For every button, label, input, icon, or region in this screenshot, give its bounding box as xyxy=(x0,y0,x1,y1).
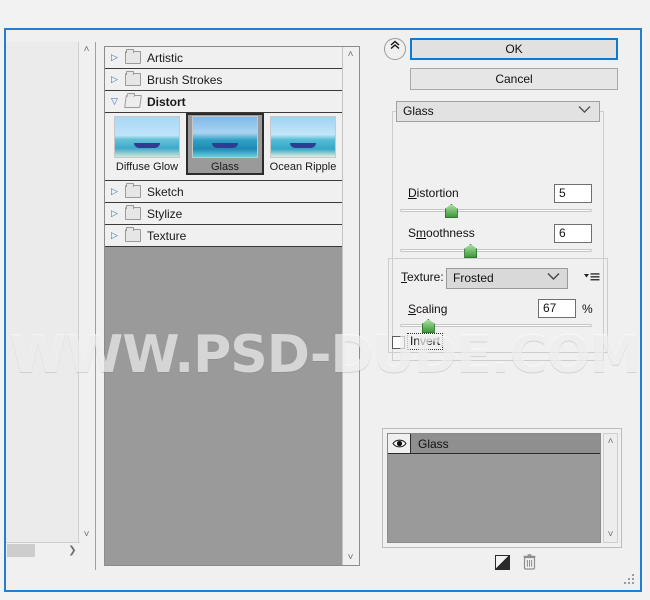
layer-scroll-up-icon[interactable]: ˄ xyxy=(603,434,618,449)
distortion-label: Distortion xyxy=(408,186,459,200)
chevron-down-icon xyxy=(547,269,560,288)
disclosure-triangle-icon[interactable] xyxy=(111,209,125,218)
invert-label[interactable]: Invert xyxy=(407,333,444,350)
distort-filter-thumbnails: Diffuse Glow Glass Ocean Ripple xyxy=(105,113,343,181)
slider-track xyxy=(400,249,592,252)
filter-list-scroll-up-icon[interactable]: ˄ xyxy=(343,47,358,62)
sailboat-hull-shape xyxy=(212,143,238,148)
filter-preview-image[interactable] xyxy=(6,42,80,542)
filter-thumbnail-image xyxy=(192,116,258,158)
smoothness-label: Smoothness xyxy=(408,226,475,240)
filter-item-ocean-ripple[interactable]: Ocean Ripple xyxy=(264,113,342,175)
filter-label: Glass xyxy=(210,161,240,173)
effect-layer-scrollbar[interactable]: ˄ ˅ xyxy=(603,433,618,543)
preview-hscroll-thumb[interactable] xyxy=(7,544,35,557)
delete-effect-layer-button[interactable] xyxy=(523,554,536,570)
settings-panel: OK Cancel Glass Distortion 5 Smoothness … xyxy=(366,30,640,590)
filter-thumbnail-image xyxy=(270,116,336,158)
folder-icon xyxy=(125,205,141,220)
category-label: Distort xyxy=(147,94,186,109)
layer-visibility-toggle[interactable] xyxy=(388,434,411,453)
category-row-artistic[interactable]: Artistic xyxy=(105,47,343,69)
sailboat-hull-shape xyxy=(134,143,160,148)
filter-gallery-dialog: ˄ ˅ ❯ Artistic Brush Strokes Distor xyxy=(4,28,642,592)
disclosure-triangle-icon[interactable] xyxy=(111,187,125,196)
eye-icon xyxy=(391,439,407,448)
scaling-unit: % xyxy=(582,302,593,316)
texture-dropdown[interactable]: Frosted xyxy=(446,268,568,289)
slider-thumb[interactable] xyxy=(421,319,435,333)
slider-thumb[interactable] xyxy=(444,204,458,218)
category-label: Brush Strokes xyxy=(147,72,223,87)
filter-name-value: Glass xyxy=(403,104,434,118)
collapse-panel-button[interactable] xyxy=(384,38,406,60)
category-row-brush-strokes[interactable]: Brush Strokes xyxy=(105,69,343,91)
slider-thumb[interactable] xyxy=(464,244,478,258)
scaling-slider[interactable] xyxy=(400,319,592,333)
effect-layer-list: Glass xyxy=(387,433,601,543)
preview-scroll-right-icon[interactable]: ❯ xyxy=(65,543,80,558)
category-row-texture[interactable]: Texture xyxy=(105,225,343,247)
effect-layers-panel: Glass ˄ ˅ xyxy=(382,428,622,570)
filter-label: Ocean Ripple xyxy=(269,161,337,173)
preview-horizontal-scrollbar[interactable]: ❯ xyxy=(6,542,80,558)
cancel-button[interactable]: Cancel xyxy=(410,68,618,90)
preview-scroll-down-icon[interactable]: ˅ xyxy=(79,527,94,542)
category-row-distort[interactable]: Distort xyxy=(105,91,343,113)
scaling-value[interactable]: 67 xyxy=(538,299,576,318)
folder-icon xyxy=(125,227,141,242)
filter-list-scrollbar[interactable]: ˄ ˅ xyxy=(342,47,359,565)
category-label: Artistic xyxy=(147,50,183,65)
new-effect-layer-button[interactable] xyxy=(495,555,510,570)
sailboat-sail-shape xyxy=(215,121,235,145)
scaling-label: Scaling xyxy=(408,302,448,316)
category-row-stylize[interactable]: Stylize xyxy=(105,203,343,225)
disclosure-triangle-open-icon[interactable] xyxy=(111,97,125,106)
ok-button[interactable]: OK xyxy=(410,38,618,60)
disclosure-triangle-icon[interactable] xyxy=(111,231,125,240)
distortion-value[interactable]: 5 xyxy=(554,184,592,203)
layer-scroll-down-icon[interactable]: ˅ xyxy=(603,527,618,542)
texture-options-menu-icon[interactable] xyxy=(584,272,600,284)
sailboat-sail-shape xyxy=(293,121,313,145)
texture-value: Frosted xyxy=(453,271,494,285)
smoothness-slider[interactable] xyxy=(400,244,592,258)
category-label: Stylize xyxy=(147,206,183,221)
filter-list-empty-area xyxy=(105,247,343,547)
filter-category-list: Artistic Brush Strokes Distort Diffu xyxy=(104,46,360,566)
chevron-down-icon xyxy=(578,102,591,121)
filter-list-scroll-down-icon[interactable]: ˅ xyxy=(343,550,358,565)
sailboat-sail-shape xyxy=(137,121,157,145)
invert-checkbox[interactable] xyxy=(392,336,405,349)
preview-vertical-scrollbar[interactable]: ˄ ˅ xyxy=(78,42,94,542)
disclosure-triangle-icon[interactable] xyxy=(111,53,125,62)
folder-open-icon xyxy=(124,95,142,108)
filter-item-diffuse-glow[interactable]: Diffuse Glow xyxy=(108,113,186,175)
preview-scroll-up-icon[interactable]: ˄ xyxy=(79,42,94,57)
filter-list-scroll-area: Artistic Brush Strokes Distort Diffu xyxy=(105,47,343,565)
folder-icon xyxy=(125,183,141,198)
filter-thumbnail-image xyxy=(114,116,180,158)
resize-grip[interactable] xyxy=(624,574,636,586)
filter-label: Diffuse Glow xyxy=(115,161,179,173)
category-row-sketch[interactable]: Sketch xyxy=(105,181,343,203)
category-label: Sketch xyxy=(147,184,184,199)
effect-layer-row-glass[interactable]: Glass xyxy=(388,434,600,454)
smoothness-value[interactable]: 6 xyxy=(554,224,592,243)
effect-layer-name: Glass xyxy=(418,436,449,451)
texture-label: Texture: xyxy=(398,270,447,284)
sailboat-hull-shape xyxy=(290,143,316,148)
double-chevron-up-icon xyxy=(390,40,400,50)
filter-item-glass[interactable]: Glass xyxy=(186,113,264,175)
folder-icon xyxy=(125,49,141,64)
distortion-slider[interactable] xyxy=(400,204,592,218)
preview-pane: ˄ ˅ ❯ xyxy=(6,42,96,570)
disclosure-triangle-icon[interactable] xyxy=(111,75,125,84)
slider-track xyxy=(400,209,592,212)
trash-icon xyxy=(523,554,536,570)
filter-name-dropdown[interactable]: Glass xyxy=(396,101,600,122)
folder-icon xyxy=(125,71,141,86)
category-label: Texture xyxy=(147,228,187,243)
